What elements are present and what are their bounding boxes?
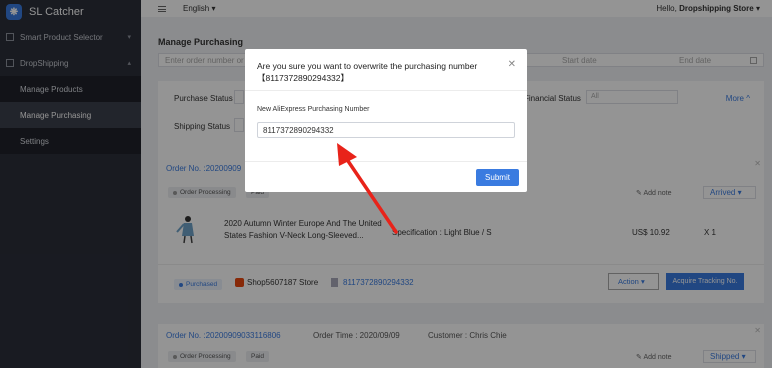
- purchasing-number-label: New AliExpress Purchasing Number: [257, 106, 370, 113]
- divider: [245, 161, 527, 162]
- close-icon[interactable]: ✕: [508, 59, 516, 70]
- dialog-title: Are you sure you want to overwrite the p…: [257, 61, 478, 83]
- overwrite-confirm-dialog: Are you sure you want to overwrite the p…: [245, 49, 527, 192]
- purchasing-number-input[interactable]: [257, 122, 515, 138]
- divider: [245, 90, 527, 91]
- submit-button[interactable]: Submit: [476, 169, 519, 186]
